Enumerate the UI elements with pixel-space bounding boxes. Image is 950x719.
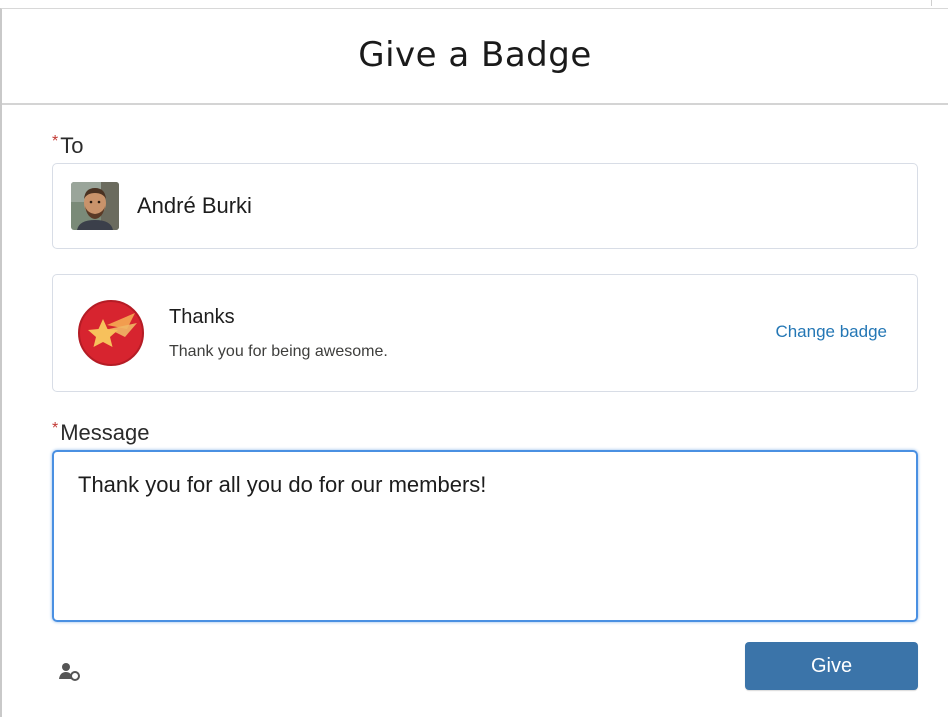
message-label-text: Message: [60, 420, 150, 445]
badge-name: Thanks: [169, 306, 235, 328]
modal-title: Give a Badge: [358, 35, 592, 75]
user-photo-icon: [71, 182, 119, 230]
recipient-name: André Burki: [137, 193, 252, 218]
modal-header: Give a Badge: [2, 9, 948, 105]
people-icon[interactable]: [58, 661, 82, 683]
change-badge-link[interactable]: Change badge: [775, 322, 887, 342]
give-badge-modal: Give a Badge *To André Burki Thanks Than…: [0, 8, 948, 717]
divider: [931, 0, 932, 6]
to-label: *To: [52, 133, 83, 159]
avatar: [71, 182, 119, 230]
required-marker: *: [52, 133, 59, 150]
give-button[interactable]: Give: [745, 642, 918, 690]
shooting-star-icon: [77, 299, 145, 367]
message-label: *Message: [52, 420, 150, 446]
required-marker: *: [52, 420, 59, 437]
to-label-text: To: [60, 133, 84, 158]
selected-badge-card: Thanks Thank you for being awesome. Chan…: [52, 274, 918, 392]
badge-description: Thank you for being awesome.: [169, 343, 388, 360]
recipient-field[interactable]: André Burki: [52, 163, 918, 249]
message-textarea[interactable]: Thank you for all you do for our members…: [52, 450, 918, 622]
